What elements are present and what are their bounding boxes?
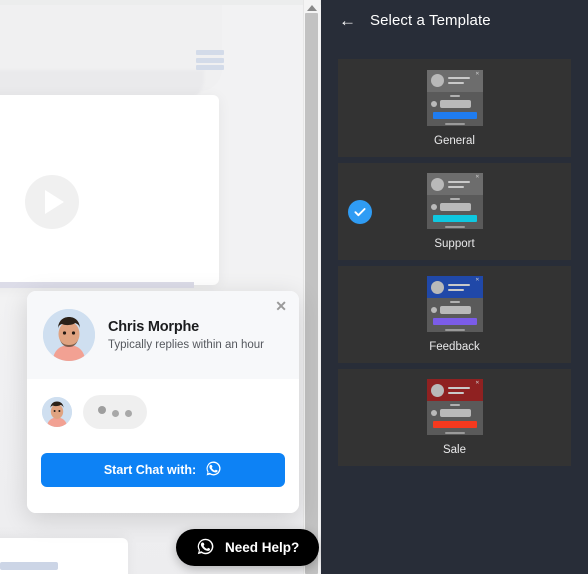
back-arrow-icon[interactable]: ← — [339, 12, 356, 29]
agent-avatar — [43, 309, 95, 361]
typing-dot — [125, 410, 132, 417]
thumb-close-icon: ✕ — [475, 277, 480, 283]
thumb-message-avatar — [430, 410, 437, 416]
thumb-message-avatar — [430, 204, 437, 210]
thumb-text-lines — [447, 77, 470, 84]
thumb-header: ✕ — [427, 70, 483, 92]
chat-widget: ✕ Chris Morphe Typically replies within … — [27, 291, 299, 513]
thumb-avatar — [430, 280, 444, 294]
template-thumbnail: ✕ — [426, 173, 483, 229]
template-card-support[interactable]: ✕ Support — [338, 163, 571, 260]
template-label: Feedback — [429, 341, 480, 353]
hamburger-menu-icon[interactable] — [196, 50, 224, 70]
chat-widget-body: Start Chat with: — [27, 379, 299, 513]
thumb-body — [426, 91, 483, 126]
thumb-message-row — [427, 409, 483, 417]
need-help-label: Need Help? — [225, 540, 300, 555]
agent-avatar-small — [42, 397, 72, 427]
panel-header: ← Select a Template — [321, 0, 588, 40]
thumb-timestamp — [449, 198, 460, 200]
typing-indicator — [83, 395, 147, 429]
agent-status: Typically replies within an hour — [108, 339, 264, 351]
thumb-cta-button — [432, 318, 477, 325]
template-thumbnail: ✕ — [426, 69, 483, 126]
close-icon[interactable]: ✕ — [275, 299, 287, 313]
thumb-close-icon: ✕ — [475, 70, 480, 77]
thumb-footer-line — [444, 226, 465, 228]
need-help-launcher-button[interactable]: Need Help? — [176, 529, 320, 566]
thumb-cta-button — [432, 215, 477, 222]
whatsapp-icon — [196, 537, 215, 559]
thumb-footer-line — [444, 329, 465, 331]
typing-message-row — [27, 379, 299, 429]
thumb-message-row — [427, 99, 483, 108]
hamburger-bar — [196, 65, 224, 70]
thumb-cta-button — [432, 111, 477, 119]
screen: ✕ Chris Morphe Typically replies within … — [0, 0, 588, 574]
hamburger-bar — [196, 57, 224, 63]
thumb-header: ✕ — [427, 173, 483, 195]
thumb-timestamp — [449, 404, 460, 406]
thumb-header: ✕ — [426, 276, 483, 298]
thumb-message-bubble — [439, 203, 471, 211]
thumb-cta-button — [432, 421, 477, 428]
thumb-footer-line — [444, 432, 465, 434]
template-label: General — [434, 134, 475, 147]
thumb-footer-line — [444, 122, 465, 125]
thumb-timestamp — [449, 301, 460, 303]
thumb-message-row — [427, 306, 483, 314]
thumb-message-bubble — [439, 99, 471, 108]
typing-dot — [112, 410, 119, 417]
thumb-avatar — [430, 177, 444, 191]
site-bottom-card-bar — [0, 562, 58, 570]
thumb-message-bubble — [439, 306, 471, 314]
thumb-timestamp — [449, 94, 460, 97]
thumb-text-lines — [447, 386, 470, 394]
agent-info: Chris Morphe Typically replies within an… — [108, 319, 264, 351]
agent-name: Chris Morphe — [108, 319, 200, 335]
template-label: Support — [434, 238, 475, 250]
thumb-message-bubble — [439, 409, 471, 417]
scrollbar-thumb[interactable] — [305, 13, 318, 574]
site-divider-strip — [0, 282, 194, 288]
play-triangle — [45, 190, 64, 214]
thumb-avatar — [430, 383, 444, 397]
template-list: ✕ General ✕ Support ✕ Feedback ✕ Sale — [321, 59, 588, 466]
template-thumbnail: ✕ — [426, 276, 483, 332]
typing-dot — [98, 405, 106, 414]
template-card-feedback[interactable]: ✕ Feedback — [338, 266, 571, 363]
template-card-sale[interactable]: ✕ Sale — [338, 369, 571, 466]
play-button-icon[interactable] — [25, 175, 79, 229]
panel-title: Select a Template — [370, 11, 491, 29]
thumb-avatar — [430, 74, 444, 87]
thumb-close-icon: ✕ — [475, 174, 480, 180]
start-chat-label: Start Chat with: — [103, 463, 197, 477]
selected-check-icon — [348, 199, 372, 224]
thumb-message-avatar — [430, 307, 437, 313]
template-thumbnail: ✕ — [426, 379, 483, 435]
template-panel: ← Select a Template ✕ General ✕ Support … — [321, 0, 588, 574]
thumb-message-row — [427, 203, 483, 211]
thumb-body — [426, 401, 483, 435]
thumb-body — [426, 298, 483, 332]
chat-widget-header: ✕ Chris Morphe Typically replies within … — [27, 291, 299, 379]
start-chat-button[interactable]: Start Chat with: — [41, 453, 285, 487]
thumb-message-avatar — [430, 100, 437, 107]
thumb-close-icon: ✕ — [475, 380, 480, 386]
thumb-header: ✕ — [426, 379, 483, 401]
thumb-text-lines — [447, 180, 470, 188]
template-label: Sale — [442, 444, 467, 456]
thumb-body — [426, 195, 483, 229]
template-card-general[interactable]: ✕ General — [338, 59, 571, 157]
whatsapp-icon — [205, 460, 222, 480]
thumb-text-lines — [447, 283, 470, 291]
hamburger-bar — [196, 50, 224, 55]
